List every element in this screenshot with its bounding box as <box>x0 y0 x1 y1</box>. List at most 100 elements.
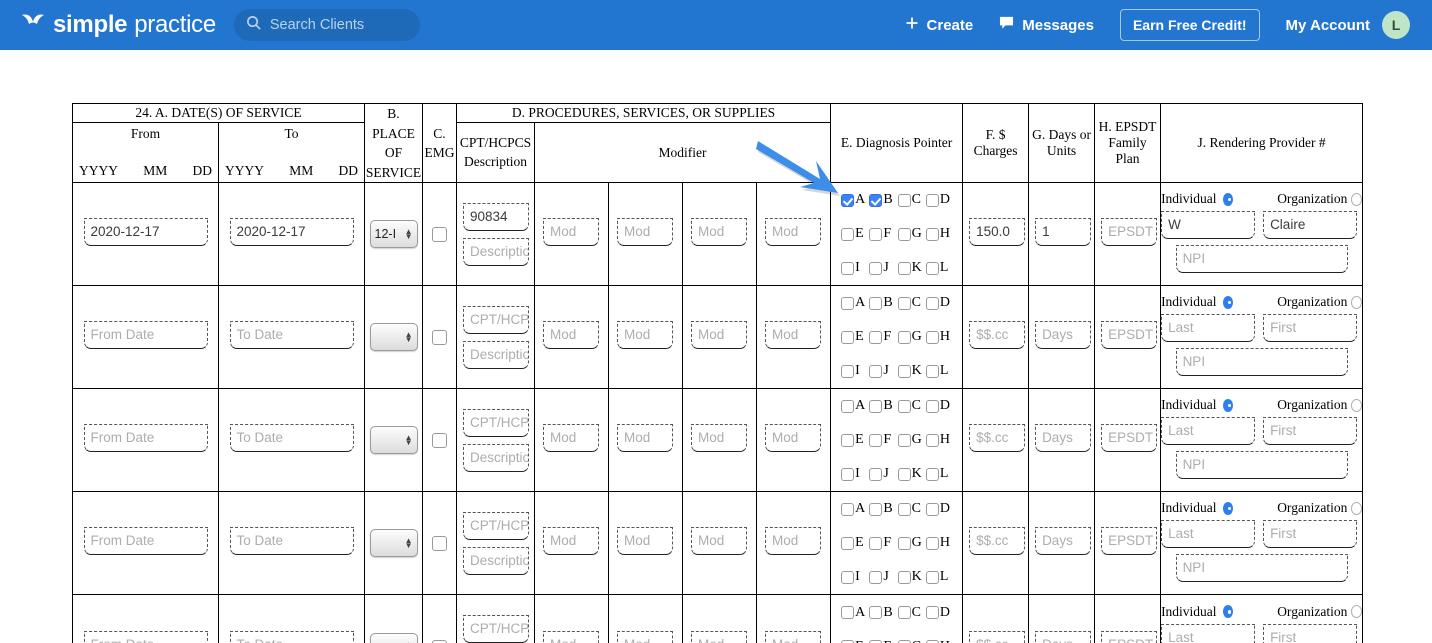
brand-logo[interactable]: simple practice <box>20 11 216 39</box>
diagnosis-pointer-checkbox-I[interactable] <box>841 364 855 378</box>
dx-pointer-item-D[interactable]: D <box>925 192 950 208</box>
dx-pointer-item-H[interactable]: H <box>925 535 950 551</box>
modifier-4-input[interactable]: Mod <box>765 218 821 247</box>
dx-pointer-item-L[interactable]: L <box>925 466 948 482</box>
dx-pointer-item-J[interactable]: J <box>869 260 889 276</box>
provider-type-radio-individual[interactable] <box>1222 501 1234 515</box>
dx-pointer-item-H[interactable]: H <box>925 432 950 448</box>
diagnosis-pointer-checkbox-A[interactable] <box>841 193 855 207</box>
diagnosis-pointer-checkbox-E[interactable] <box>841 433 855 447</box>
dx-pointer-item-K[interactable]: K <box>897 466 922 482</box>
dx-pointer-item-H[interactable]: H <box>925 226 950 242</box>
diagnosis-pointer-checkbox-K[interactable] <box>897 261 911 275</box>
provider-type-radio-organization[interactable] <box>1351 501 1363 515</box>
dx-pointer-item-F[interactable]: F <box>869 329 891 345</box>
provider-first-name-input[interactable]: First <box>1263 623 1358 643</box>
diagnosis-pointer-checkbox-D[interactable] <box>925 296 939 310</box>
diagnosis-pointer-checkbox-B[interactable] <box>869 502 883 516</box>
diagnosis-pointer-checkbox-G[interactable] <box>897 330 911 344</box>
modifier-1-input[interactable]: Mod <box>543 218 599 247</box>
provider-first-name-input[interactable]: First <box>1263 520 1358 549</box>
search-input[interactable]: Search Clients <box>270 17 364 33</box>
cpt-hcpcs-input[interactable]: CPT/HCPC <box>463 511 529 540</box>
diagnosis-pointer-checkbox-A[interactable] <box>841 399 855 413</box>
days-units-input[interactable]: Days <box>1035 630 1092 643</box>
dx-pointer-item-G[interactable]: G <box>897 639 922 643</box>
dx-pointer-item-G[interactable]: G <box>897 329 922 345</box>
emg-checkbox[interactable] <box>432 227 447 243</box>
dx-pointer-item-B[interactable]: B <box>869 605 893 621</box>
dx-pointer-item-H[interactable]: H <box>925 329 950 345</box>
dx-pointer-item-F[interactable]: F <box>869 639 891 643</box>
provider-type-radio-organization[interactable] <box>1351 295 1363 309</box>
modifier-3-input[interactable]: Mod <box>691 424 747 453</box>
days-units-input[interactable]: Days <box>1035 424 1092 453</box>
modifier-3-input[interactable]: Mod <box>691 527 747 556</box>
diagnosis-pointer-checkbox-I[interactable] <box>841 570 855 584</box>
modifier-4-input[interactable]: Mod <box>765 527 821 556</box>
modifier-4-input[interactable]: Mod <box>765 630 821 643</box>
dx-pointer-item-D[interactable]: D <box>925 398 950 414</box>
charges-input[interactable]: $$.cc <box>969 630 1026 643</box>
diagnosis-pointer-checkbox-H[interactable] <box>925 330 939 344</box>
dx-pointer-item-A[interactable]: A <box>841 501 865 517</box>
provider-type-radio-individual[interactable] <box>1222 295 1234 309</box>
description-input[interactable]: Description <box>463 443 529 472</box>
diagnosis-pointer-checkbox-D[interactable] <box>925 193 939 207</box>
diagnosis-pointer-checkbox-C[interactable] <box>897 296 911 310</box>
cpt-hcpcs-input[interactable]: CPT/HCPC <box>463 305 529 334</box>
description-input[interactable]: Description <box>463 237 529 266</box>
cpt-hcpcs-input[interactable]: CPT/HCPC <box>463 615 529 643</box>
modifier-1-input[interactable]: Mod <box>543 630 599 643</box>
diagnosis-pointer-checkbox-J[interactable] <box>869 261 883 275</box>
epsdt-input[interactable]: EPSDT <box>1101 321 1158 350</box>
provider-first-name-input[interactable]: Claire <box>1263 211 1358 240</box>
diagnosis-pointer-checkbox-H[interactable] <box>925 227 939 241</box>
diagnosis-pointer-checkbox-A[interactable] <box>841 296 855 310</box>
provider-last-name-input[interactable]: Last <box>1161 623 1256 643</box>
from-date-input[interactable]: From Date <box>83 527 208 556</box>
diagnosis-pointer-checkbox-A[interactable] <box>841 606 855 620</box>
dx-pointer-item-I[interactable]: I <box>841 260 860 276</box>
modifier-2-input[interactable]: Mod <box>617 321 673 350</box>
days-units-input[interactable]: 1 <box>1035 218 1092 247</box>
provider-type-radio-organization[interactable] <box>1351 192 1363 206</box>
dx-pointer-item-F[interactable]: F <box>869 432 891 448</box>
dx-pointer-item-C[interactable]: C <box>897 398 921 414</box>
place-of-service-select[interactable]: ▲▼ <box>369 323 418 352</box>
epsdt-input[interactable]: EPSDT <box>1101 218 1158 247</box>
provider-type-radio-individual[interactable] <box>1222 398 1234 412</box>
provider-type-radio-organization[interactable] <box>1351 398 1363 412</box>
modifier-3-input[interactable]: Mod <box>691 218 747 247</box>
to-date-input[interactable]: To Date <box>229 527 354 556</box>
earn-free-credit-button[interactable]: Earn Free Credit! <box>1119 9 1260 41</box>
charges-input[interactable]: $$.cc <box>969 424 1026 453</box>
dx-pointer-item-I[interactable]: I <box>841 466 860 482</box>
dx-pointer-item-I[interactable]: I <box>841 569 860 585</box>
provider-npi-input[interactable]: NPI <box>1175 348 1348 377</box>
diagnosis-pointer-checkbox-G[interactable] <box>897 433 911 447</box>
dx-pointer-item-F[interactable]: F <box>869 226 891 242</box>
diagnosis-pointer-checkbox-L[interactable] <box>925 364 939 378</box>
diagnosis-pointer-checkbox-I[interactable] <box>841 467 855 481</box>
my-account-menu[interactable]: My Account <box>1286 17 1370 34</box>
charges-input[interactable]: $$.cc <box>969 527 1026 556</box>
dx-pointer-item-D[interactable]: D <box>925 295 950 311</box>
place-of-service-select[interactable]: ▲▼ <box>369 632 418 643</box>
days-units-input[interactable]: Days <box>1035 527 1092 556</box>
avatar[interactable]: L <box>1382 11 1410 39</box>
dx-pointer-item-I[interactable]: I <box>841 363 860 379</box>
modifier-1-input[interactable]: Mod <box>543 527 599 556</box>
diagnosis-pointer-checkbox-J[interactable] <box>869 364 883 378</box>
diagnosis-pointer-checkbox-F[interactable] <box>869 536 883 550</box>
dx-pointer-item-E[interactable]: E <box>841 432 864 448</box>
dx-pointer-item-E[interactable]: E <box>841 329 864 345</box>
from-date-input[interactable]: From Date <box>83 321 208 350</box>
charges-input[interactable]: $$.cc <box>969 321 1026 350</box>
diagnosis-pointer-checkbox-E[interactable] <box>841 227 855 241</box>
dx-pointer-item-D[interactable]: D <box>925 605 950 621</box>
diagnosis-pointer-checkbox-G[interactable] <box>897 227 911 241</box>
diagnosis-pointer-checkbox-B[interactable] <box>869 399 883 413</box>
diagnosis-pointer-checkbox-J[interactable] <box>869 570 883 584</box>
dx-pointer-item-K[interactable]: K <box>897 569 922 585</box>
